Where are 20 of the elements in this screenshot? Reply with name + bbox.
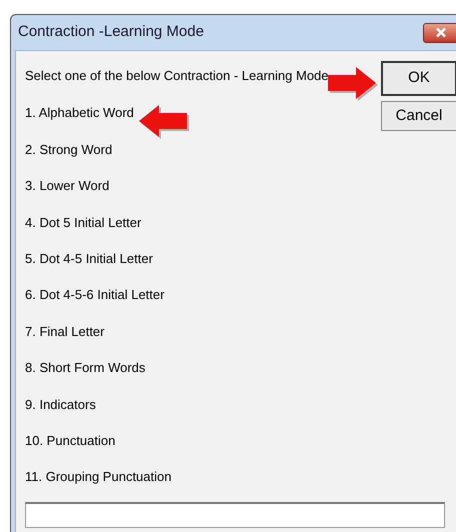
option-text: 2. Strong Word	[25, 140, 112, 159]
option-text: 7. Final Letter	[25, 322, 104, 341]
arrow-icon	[326, 65, 380, 103]
input-field[interactable]	[25, 502, 445, 528]
arrow-icon	[137, 103, 191, 141]
option-text: 11. Grouping Punctuation	[25, 468, 172, 486]
prompt-text: Select one of the below Contraction - Learning Mode	[25, 67, 329, 85]
option-text: 3. Lower Word	[25, 177, 110, 196]
close-button[interactable]	[423, 22, 456, 42]
option-text: 8. Short Form Words	[25, 359, 146, 378]
option-text: 9. Indicators	[25, 396, 96, 414]
close-icon	[435, 27, 447, 38]
option-text: 6. Dot 4-5-6 Initial Letter	[25, 286, 164, 304]
option-text: 4. Dot 5 Initial Letter	[25, 214, 142, 232]
dialog-button[interactable]: OK	[381, 61, 456, 96]
option-text: 5. Dot 4-5 Initial Letter	[25, 250, 153, 268]
dialog-button[interactable]: Cancel	[381, 101, 456, 131]
option-text: 10. Punctuation	[25, 432, 116, 450]
option-text: 1. Alphabetic Word	[25, 104, 134, 122]
window-title: Contraction -Learning Mode	[18, 22, 204, 42]
